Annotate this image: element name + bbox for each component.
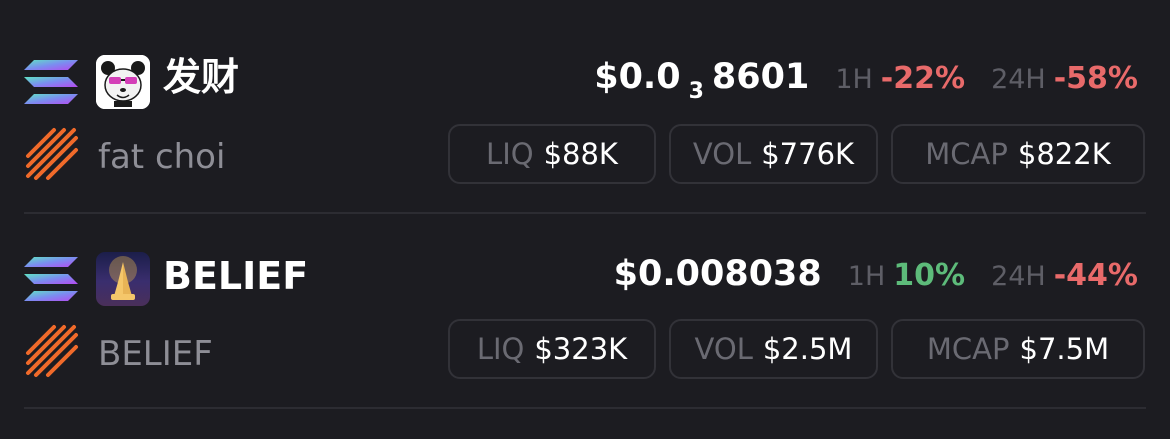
token-price: $0.008038 xyxy=(613,254,822,294)
change-24h-value: -58% xyxy=(1053,61,1138,96)
token-row[interactable]: 发财 fat choi $0.0 3 8601 1H -22% 24H -58% L… xyxy=(0,0,1170,195)
market-cap-pill: MCAP $822K xyxy=(891,124,1145,184)
token-subname: BELIEF xyxy=(98,334,213,374)
pump-dex-icon xyxy=(26,325,78,377)
price-zero-count: 3 xyxy=(688,79,704,104)
change-24h-value: -44% xyxy=(1053,258,1138,293)
token-row[interactable]: BELIEF BELIEF $0.008038 1H 10% 24H -44% … xyxy=(0,195,1170,390)
price-line: $0.008038 1H 10% 24H -44% xyxy=(614,257,1138,292)
token-list: 发财 fat choi $0.0 3 8601 1H -22% 24H -58% L… xyxy=(0,0,1170,439)
pump-dex-icon xyxy=(26,128,78,180)
token-price: $0.0 3 8601 xyxy=(594,57,810,104)
change-24h-label: 24H xyxy=(991,261,1046,292)
token-name: 发财 xyxy=(163,55,240,99)
liquidity-pill: LIQ $323K xyxy=(448,319,656,379)
row-divider xyxy=(24,407,1146,409)
volume-pill: VOL $776K xyxy=(669,124,878,184)
liquidity-pill: LIQ $88K xyxy=(448,124,656,184)
change-1h-value: 10% xyxy=(893,258,966,293)
solana-icon xyxy=(24,257,78,301)
change-1h-label: 1H xyxy=(835,64,873,95)
praying-hands-icon xyxy=(96,252,150,306)
token-name: BELIEF xyxy=(163,254,309,298)
change-1h-label: 1H xyxy=(847,261,886,292)
panda-sunglasses-icon xyxy=(96,55,150,109)
change-24h-label: 24H xyxy=(991,64,1046,95)
market-cap-pill: MCAP $7.5M xyxy=(891,319,1145,379)
price-line: $0.0 3 8601 1H -22% 24H -58% xyxy=(594,57,1138,104)
token-subname: fat choi xyxy=(98,137,226,177)
volume-pill: VOL $2.5M xyxy=(669,319,878,379)
change-1h-value: -22% xyxy=(880,61,966,96)
solana-icon xyxy=(24,60,78,104)
